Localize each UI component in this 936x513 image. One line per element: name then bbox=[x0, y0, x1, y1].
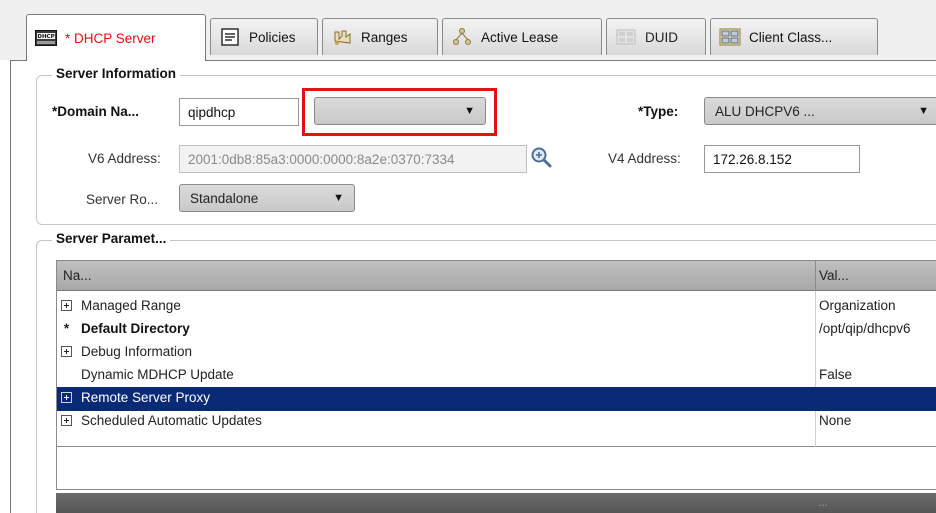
tab-label: * DHCP Server bbox=[65, 30, 156, 46]
ranges-icon bbox=[331, 27, 353, 47]
table-header: Na... Val... bbox=[57, 261, 936, 291]
row-value: False bbox=[819, 367, 853, 382]
table-row[interactable]: * Default Directory /opt/qip/dhcpv6 bbox=[57, 318, 936, 342]
chevron-down-icon: ▼ bbox=[918, 105, 929, 117]
tab-label: Active Lease bbox=[481, 29, 559, 45]
dhcp-server-icon: DHCP bbox=[35, 28, 57, 48]
chevron-down-icon: ▼ bbox=[464, 105, 475, 117]
row-name: Dynamic MDHCP Update bbox=[81, 367, 234, 382]
server-information-title: Server Information bbox=[52, 66, 181, 81]
v6-address-input[interactable] bbox=[179, 145, 527, 173]
table-footer-bar: ... bbox=[56, 493, 936, 513]
tab-label: Ranges bbox=[361, 29, 408, 45]
parameters-table: Na... Val... Managed Range Organization … bbox=[56, 260, 936, 490]
server-parameters-title: Server Paramet... bbox=[52, 231, 171, 246]
svg-text:DHCP: DHCP bbox=[37, 34, 54, 40]
row-value: /opt/qip/dhcpv6 bbox=[819, 321, 911, 336]
expand-icon[interactable] bbox=[61, 415, 72, 426]
table-row[interactable]: Scheduled Automatic Updates None bbox=[57, 410, 936, 434]
tab-label: Client Class... bbox=[749, 29, 833, 45]
expand-icon[interactable] bbox=[61, 346, 72, 357]
table-row[interactable]: Debug Information bbox=[57, 341, 936, 365]
client-class-icon bbox=[719, 27, 741, 47]
table-row-selected[interactable]: Remote Server Proxy bbox=[57, 387, 936, 411]
column-header-value[interactable]: Val... bbox=[819, 268, 849, 283]
row-name: Remote Server Proxy bbox=[81, 390, 211, 405]
footer-text: ... bbox=[818, 495, 829, 509]
row-value: None bbox=[819, 413, 852, 428]
table-body: Managed Range Organization * Default Dire… bbox=[57, 291, 936, 447]
active-lease-icon bbox=[451, 27, 473, 47]
type-label: *Type: bbox=[638, 104, 679, 119]
tab-policies[interactable]: Policies bbox=[210, 18, 318, 55]
row-name: Default Directory bbox=[81, 321, 190, 336]
type-combo[interactable]: ALU DHCPV6 ... ▼ bbox=[704, 97, 936, 125]
tab-label: Policies bbox=[249, 29, 296, 45]
zoom-icon[interactable] bbox=[530, 146, 552, 171]
domain-name-label: *Domain Na... bbox=[52, 104, 140, 119]
v4-address-label: V4 Address: bbox=[608, 151, 681, 166]
table-row[interactable]: Dynamic MDHCP Update False bbox=[57, 364, 936, 388]
tab-ranges[interactable]: Ranges bbox=[322, 18, 438, 55]
tab-active-lease[interactable]: Active Lease bbox=[442, 18, 602, 55]
column-divider bbox=[815, 261, 816, 291]
v4-address-input[interactable] bbox=[704, 145, 860, 173]
row-value: Organization bbox=[819, 298, 896, 313]
domain-name-input[interactable] bbox=[179, 98, 299, 126]
policies-icon bbox=[219, 27, 241, 47]
row-name: Scheduled Automatic Updates bbox=[81, 413, 262, 428]
server-role-combo[interactable]: Standalone ▼ bbox=[179, 184, 355, 212]
type-combo-value: ALU DHCPV6 ... bbox=[715, 103, 815, 119]
tab-client-class[interactable]: Client Class... bbox=[710, 18, 878, 55]
expand-icon[interactable] bbox=[61, 392, 72, 403]
server-role-label: Server Ro... bbox=[86, 192, 159, 207]
tab-bar: DHCP * DHCP Server Policies Ranges Activ… bbox=[0, 0, 936, 61]
expand-icon[interactable] bbox=[61, 300, 72, 311]
domain-combo[interactable]: ▼ bbox=[314, 97, 486, 125]
duid-icon bbox=[615, 27, 637, 47]
tab-label: DUID bbox=[645, 29, 678, 45]
server-role-value: Standalone bbox=[190, 190, 259, 206]
tab-dhcp-server[interactable]: DHCP * DHCP Server bbox=[26, 14, 206, 61]
row-name: Debug Information bbox=[81, 344, 193, 359]
tab-duid[interactable]: DUID bbox=[606, 18, 706, 55]
chevron-down-icon: ▼ bbox=[333, 192, 344, 204]
column-header-name[interactable]: Na... bbox=[63, 268, 92, 283]
row-name: Managed Range bbox=[81, 298, 181, 313]
required-star-icon: * bbox=[63, 321, 70, 336]
table-row[interactable]: Managed Range Organization bbox=[57, 295, 936, 319]
v6-address-label: V6 Address: bbox=[88, 151, 161, 166]
